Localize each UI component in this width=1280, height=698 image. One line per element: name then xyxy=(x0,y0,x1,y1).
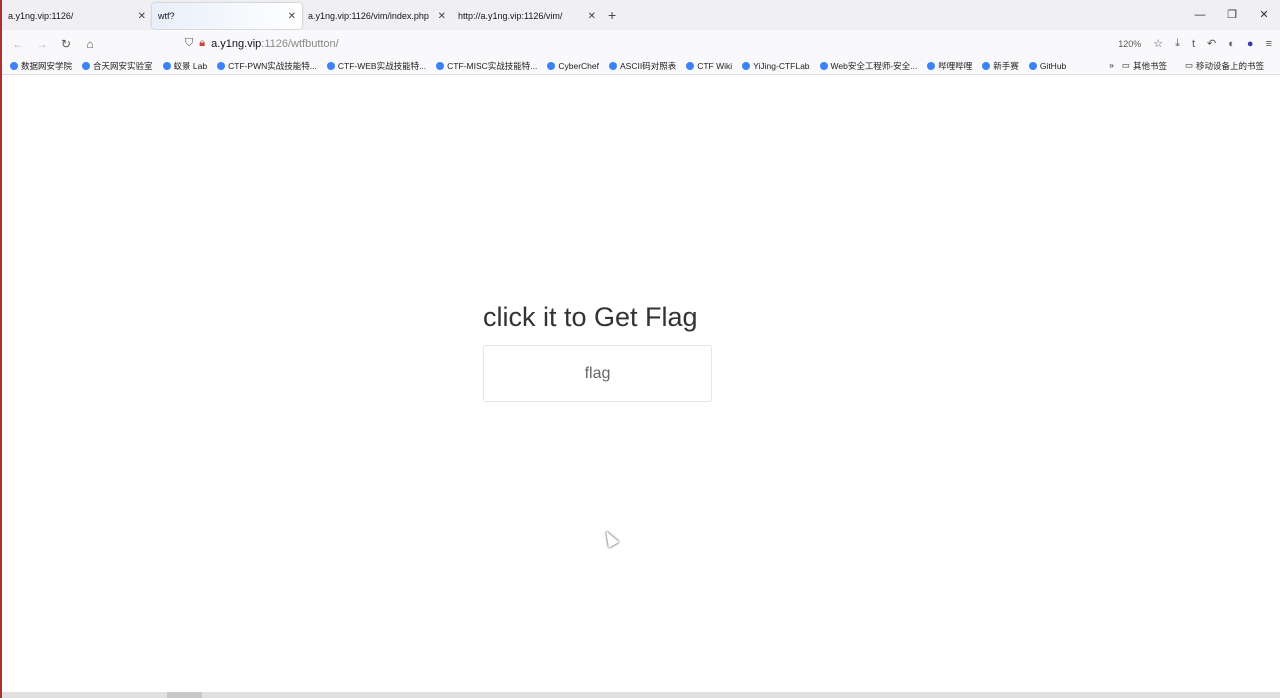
extension-icon[interactable]: t xyxy=(1192,38,1195,50)
home-icon[interactable]: ⌂ xyxy=(78,37,102,51)
bookmark-icon xyxy=(742,61,751,70)
bookmark-item[interactable]: CTF Wiki xyxy=(686,61,732,71)
bookmark-icon xyxy=(982,61,991,70)
tab-4[interactable]: http://a.y1ng.vip:1126/vim/ ✕ xyxy=(452,3,602,29)
bookmark-label: YiJing-CTFLab xyxy=(753,60,810,71)
download-icon[interactable]: ⤓ xyxy=(1175,37,1180,50)
tab-bar: a.y1ng.vip:1126/ ✕ wtf? ✕ a.y1ng.vip:1126/… xyxy=(2,0,1280,30)
bookmark-item[interactable]: CTF-PWN实战技能特... xyxy=(217,60,317,72)
bookmark-icon xyxy=(82,61,91,70)
close-tab-icon[interactable]: ✕ xyxy=(288,11,296,22)
close-tab-icon[interactable]: ✕ xyxy=(438,11,446,22)
tab-label: http://a.y1ng.vip:1126/vim/ xyxy=(458,11,563,21)
bookmark-icon xyxy=(1028,61,1037,70)
bookmark-item[interactable]: 蚁景 Lab xyxy=(162,60,208,72)
bookmark-icon xyxy=(819,61,828,70)
url-bar[interactable]: ⛉ 🔒︎ a.y1ng.vip:1126/wtfbutton/ xyxy=(185,37,339,50)
bookmark-icon xyxy=(927,61,936,70)
bookmark-folder-label: 移动设备上的书签 xyxy=(1195,60,1264,71)
zoom-level[interactable]: 120% xyxy=(1118,39,1141,49)
star-icon[interactable]: ☆ xyxy=(1153,37,1163,50)
close-tab-icon[interactable]: ✕ xyxy=(588,11,596,22)
bookmark-item[interactable]: YiJing-CTFLab xyxy=(742,60,810,71)
scrollbar-thumb[interactable] xyxy=(167,692,202,698)
close-window-icon[interactable]: ✕ xyxy=(1248,0,1280,30)
bookmark-icon xyxy=(686,61,695,70)
close-tab-icon[interactable]: ✕ xyxy=(138,11,146,22)
bookmark-item[interactable]: ASCII码对照表 xyxy=(609,60,676,72)
lock-icon[interactable]: 🔒︎ xyxy=(199,37,205,50)
bookmark-icon xyxy=(609,61,618,70)
bookmark-folder-label: 其他书签 xyxy=(1132,60,1167,71)
page-content: click it to Get Flag flag xyxy=(2,75,1280,692)
bookmark-item[interactable]: 新手赛 xyxy=(982,60,1019,72)
back-icon[interactable]: ← xyxy=(6,37,30,51)
more-bookmarks-icon[interactable]: » xyxy=(1109,60,1114,72)
tab-label: a.y1ng.vip:1126/vim/index.php xyxy=(308,11,429,21)
bookmark-label: 新手赛 xyxy=(993,60,1019,71)
url-host: a.y1ng.vip xyxy=(211,37,262,50)
page-title: click it to Get Flag xyxy=(483,302,698,332)
profile-icon[interactable]: ● xyxy=(1247,38,1254,50)
bookmark-folder[interactable]: ▭ 其他书签 xyxy=(1122,60,1167,72)
mouse-cursor-icon xyxy=(600,528,620,548)
minimize-icon[interactable]: — xyxy=(1184,0,1216,30)
bookmark-item[interactable]: 合天网安实验室 xyxy=(82,60,153,72)
new-tab-icon[interactable]: + xyxy=(608,7,616,23)
bookmark-icon xyxy=(436,61,445,70)
bookmark-label: 哔哩哔哩 xyxy=(938,60,973,71)
bookmark-item[interactable]: 数据网安学院 xyxy=(10,60,72,72)
bookmarks-bar: 数据网安学院 合天网安实验室 蚁景 Lab CTF-PWN实战技能特... CTF-WE… xyxy=(2,57,1280,75)
bookmark-icon xyxy=(10,61,18,70)
tab-3[interactable]: a.y1ng.vip:1126/vim/index.php ✕ xyxy=(302,3,452,29)
bookmark-label: 数据网安学院 xyxy=(21,60,73,71)
bookmark-label: CTF Wiki xyxy=(697,60,733,71)
horizontal-scrollbar[interactable] xyxy=(2,692,1280,698)
bookmark-label: GitHub xyxy=(1039,60,1067,71)
bookmark-icon xyxy=(217,61,226,70)
bookmark-item[interactable]: 哔哩哔哩 xyxy=(927,60,972,72)
bookmark-icon xyxy=(326,61,335,70)
bookmark-item[interactable]: CTF-MISC实战技能特... xyxy=(436,60,537,72)
reload-icon[interactable]: ↻ xyxy=(54,37,78,51)
bookmark-label: 蚁景 Lab xyxy=(173,60,208,71)
shield-icon[interactable]: ⛉ xyxy=(185,37,193,50)
bookmark-label: CyberChef xyxy=(558,60,600,71)
bookmark-label: CTF-MISC实战技能特... xyxy=(447,60,538,71)
bookmark-icon xyxy=(162,61,171,70)
restore-icon[interactable]: ❐ xyxy=(1216,0,1248,30)
bookmark-item[interactable]: GitHub xyxy=(1028,60,1067,71)
extension-icon-2[interactable]: ◐ xyxy=(1228,38,1235,50)
menu-icon[interactable]: ≡ xyxy=(1266,38,1272,50)
bookmark-label: CTF-PWN实战技能特... xyxy=(228,60,317,71)
bookmark-label: 合天网安实验室 xyxy=(93,60,153,71)
bookmark-label: ASCII码对照表 xyxy=(620,60,677,71)
bookmark-folder[interactable]: ▭ 移动设备上的书签 xyxy=(1185,60,1264,72)
bookmark-item[interactable]: CTF-WEB实战技能特... xyxy=(326,60,427,72)
forward-icon[interactable]: → xyxy=(30,37,54,51)
bookmark-item[interactable]: Web安全工程师-安全... xyxy=(819,60,918,72)
url-path: :1126/wtfbutton/ xyxy=(261,37,339,50)
bookmark-icon xyxy=(547,61,556,70)
flag-button[interactable]: flag xyxy=(483,345,712,402)
tab-label: wtf? xyxy=(158,11,175,21)
nav-bar: ← → ↻ ⌂ ⛉ 🔒︎ a.y1ng.vip:1126/wtfbutton/ … xyxy=(2,30,1280,57)
tab-2[interactable]: wtf? ✕ xyxy=(152,3,302,29)
bookmark-item[interactable]: CyberChef xyxy=(547,61,599,71)
bookmark-label: Web安全工程师-安全... xyxy=(830,60,918,71)
tab-1[interactable]: a.y1ng.vip:1126/ ✕ xyxy=(2,3,152,29)
undo-icon[interactable]: ↶ xyxy=(1207,37,1216,50)
tab-label: a.y1ng.vip:1126/ xyxy=(8,11,74,21)
bookmark-label: CTF-WEB实战技能特... xyxy=(337,60,427,71)
